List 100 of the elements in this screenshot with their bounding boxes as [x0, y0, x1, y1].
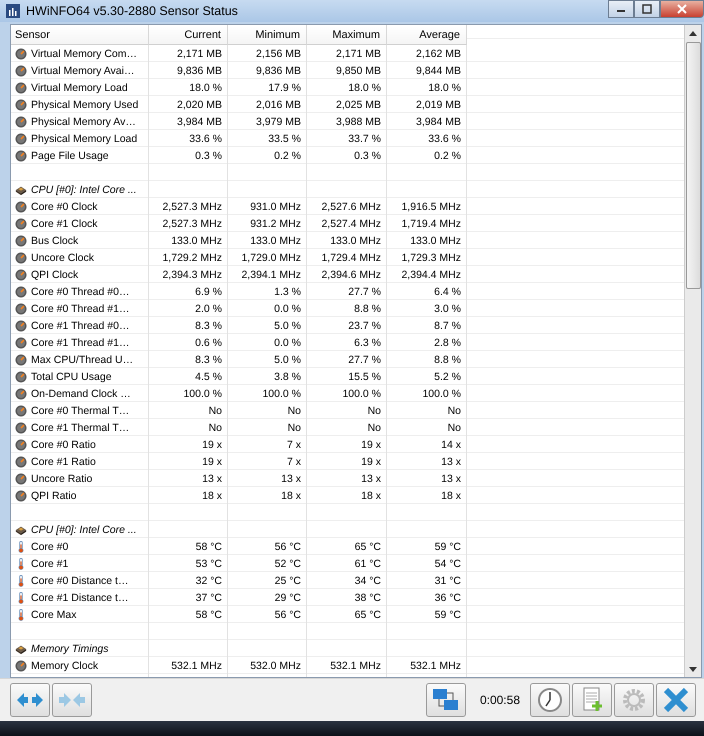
- maximize-button[interactable]: [634, 0, 660, 18]
- table-cell-text: 65 °C: [354, 608, 382, 622]
- sensor-name: Physical Memory Av…: [31, 116, 136, 128]
- table-cell-text: 13 x: [280, 472, 302, 486]
- table-cell-text: 18.0 %: [427, 80, 462, 96]
- table-cell-text: 1,729.4 MHz: [320, 250, 382, 266]
- column-header[interactable]: Current: [149, 25, 228, 45]
- table-cell-text: 58 °C: [194, 608, 223, 622]
- table-cell-text: No: [446, 404, 462, 418]
- sensor-name: Total CPU Usage: [31, 370, 112, 382]
- minimize-button[interactable]: [608, 0, 634, 18]
- table-cell-text: 2.0 %: [194, 302, 223, 316]
- table-cell-text: 18 x: [280, 488, 302, 504]
- table-cell-text: 13 x: [201, 472, 223, 486]
- table-cell-text: No: [446, 420, 462, 436]
- table-cell-text: 19 x: [201, 454, 223, 470]
- gauge-icon: [15, 438, 27, 450]
- sensor-name: Virtual Memory Avai…: [31, 64, 134, 76]
- gauge-icon: [15, 252, 27, 264]
- table-cell-text: 931.2 MHz: [249, 216, 302, 232]
- sensor-name: QPI Ratio: [31, 490, 77, 502]
- table-cell-text: 36 °C: [434, 590, 462, 606]
- network-button[interactable]: [426, 683, 466, 717]
- table-cell-text: No: [208, 404, 223, 418]
- close-button[interactable]: [656, 683, 696, 717]
- table-cell-text: 29 °C: [274, 590, 302, 606]
- column-header[interactable]: Average: [387, 25, 467, 45]
- table-cell-text: 133.0 MHz: [409, 234, 462, 248]
- gauge-icon: [15, 268, 27, 280]
- table-cell-text: 5.0 %: [273, 318, 302, 334]
- table-cell-text: 8.8 %: [353, 302, 382, 316]
- table-cell-text: 19 x: [360, 438, 382, 452]
- sensor-name: Core #0: [31, 540, 68, 552]
- close-button[interactable]: [660, 0, 704, 18]
- table-cell-text: 5.2 %: [433, 370, 462, 384]
- table-cell-text: 2,527.6 MHz: [320, 200, 382, 214]
- table-cell-text: 3.8 %: [273, 370, 302, 384]
- table-cell-text: 1,729.2 MHz: [161, 250, 223, 266]
- table-cell-text: 9,836 MB: [176, 64, 223, 78]
- sensor-name: Bus Clock: [31, 234, 78, 246]
- table-cell-text: 19 x: [201, 438, 223, 452]
- column-header[interactable]: Minimum: [228, 25, 307, 45]
- sensor-name: Virtual Memory Com…: [31, 48, 137, 60]
- gauge-icon: [15, 404, 27, 416]
- table-cell-text: 18 x: [201, 488, 223, 504]
- table-cell-text: 2.8 %: [433, 336, 462, 350]
- column-header[interactable]: Sensor: [11, 25, 149, 45]
- table-cell-text: 100.0 %: [421, 386, 462, 402]
- table-cell-text: 133.0 MHz: [170, 234, 223, 248]
- table-cell-text: 0.2 %: [273, 148, 302, 164]
- table-cell-text: 2,020 MB: [176, 98, 223, 112]
- table-cell-text: 3,984 MB: [176, 114, 223, 130]
- sensor-name: Page File Usage: [31, 150, 109, 162]
- add-report-button[interactable]: [572, 683, 612, 717]
- table-cell-text: 53 °C: [194, 556, 223, 572]
- table-cell-text: 1,719.4 MHz: [400, 216, 462, 232]
- scroll-down-icon[interactable]: [689, 666, 697, 672]
- table-cell-text: 33.7 %: [347, 132, 382, 146]
- table-cell-text: 1,729.3 MHz: [400, 250, 462, 266]
- table-cell-text: 2,016 MB: [255, 98, 302, 112]
- sensor-name: Core #0 Ratio: [31, 438, 96, 450]
- table-cell-text: 2,156 MB: [255, 46, 302, 62]
- settings-button[interactable]: [614, 683, 654, 717]
- table-cell-text: 31 °C: [434, 574, 462, 588]
- gauge-icon: [15, 200, 27, 212]
- section-label: CPU [#0]: Intel Core ...: [31, 524, 137, 536]
- scrollbar[interactable]: [684, 25, 701, 677]
- table-cell-text: No: [366, 420, 382, 436]
- gauge-icon: [15, 354, 27, 366]
- table-cell-text: 13 x: [360, 472, 382, 486]
- table-cell-text: 3,984 MB: [415, 114, 462, 130]
- column-header[interactable]: Maximum: [307, 25, 387, 45]
- collapse-button[interactable]: [52, 683, 92, 717]
- table-cell-text: 61 °C: [354, 556, 382, 572]
- table-cell-text: 27.7 %: [347, 352, 382, 368]
- scroll-up-icon[interactable]: [689, 30, 697, 36]
- table-cell-text: 13 x: [440, 454, 462, 470]
- expand-button[interactable]: [10, 683, 50, 717]
- table-cell-text: 8.3 %: [194, 318, 223, 334]
- section-label: CPU [#0]: Intel Core ...: [31, 184, 137, 196]
- table-cell-text: 8.7 %: [433, 318, 462, 334]
- table-cell-text: 27.7 %: [347, 284, 382, 300]
- gauge-icon: [15, 116, 27, 128]
- table-cell-text: 65 °C: [354, 540, 382, 554]
- table-cell-text: 2,394.3 MHz: [161, 268, 223, 282]
- sensor-name: Virtual Memory Load: [31, 82, 128, 94]
- gauge-icon: [15, 370, 27, 382]
- table-cell-text: 25 °C: [274, 574, 302, 588]
- gauge-icon: [15, 660, 27, 672]
- chip-icon: [15, 184, 27, 196]
- table-cell-text: 9,844 MB: [415, 64, 462, 78]
- table-cell-text: 19 x: [360, 454, 382, 470]
- sensor-name: Core #1: [31, 558, 68, 570]
- gauge-icon: [15, 388, 27, 400]
- table-cell-text: 8.3 %: [194, 352, 223, 368]
- table-cell-text: 2,019 MB: [415, 98, 462, 112]
- table-cell-text: 32 °C: [194, 574, 223, 588]
- window-title: HWiNFO64 v5.30-2880 Sensor Status: [26, 4, 238, 18]
- clock-button[interactable]: [530, 683, 570, 717]
- table-cell-text: 532.1 MHz: [329, 658, 382, 674]
